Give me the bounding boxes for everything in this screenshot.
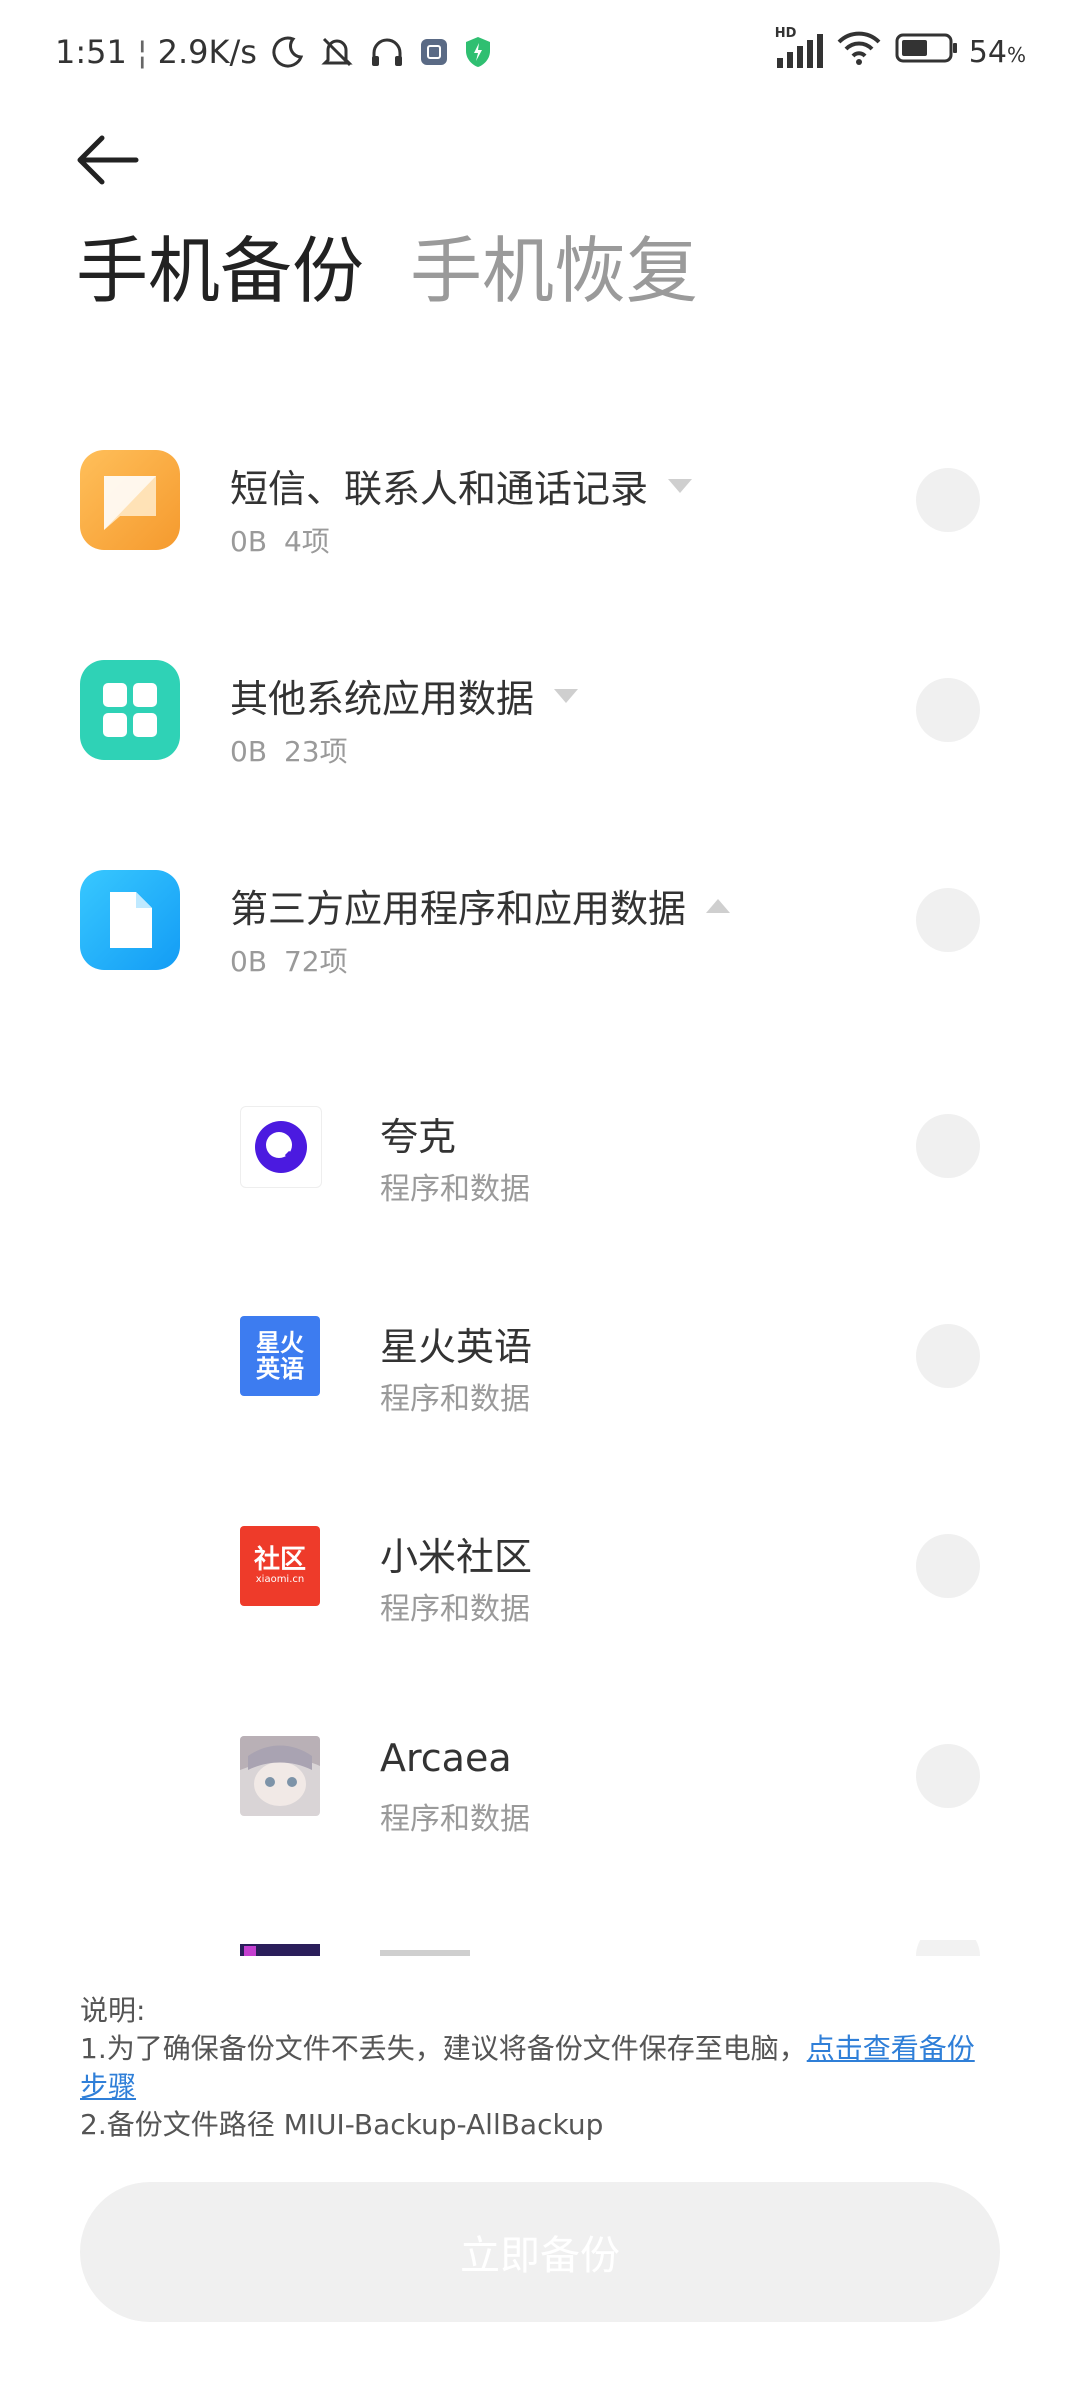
select-checkbox[interactable] [916, 1744, 980, 1808]
notes-line-1: 1.为了确保备份文件不丢失，建议将备份文件保存至电脑，点击查看备份步骤 [80, 2030, 1000, 2106]
status-bar: 1:51 ¦ 2.9K/s HD 54% [0, 0, 1080, 104]
partial-row-fragment [240, 1940, 980, 1956]
select-checkbox[interactable] [916, 1534, 980, 1598]
battery-value: 54 [968, 34, 1007, 70]
battery-percent: 54% [969, 35, 1026, 70]
grid-icon [80, 660, 180, 760]
app-name: 小米社区 [380, 1535, 533, 1579]
app-notification-icon [419, 37, 449, 67]
arcaea-icon [240, 1736, 320, 1816]
backup-notes: 说明: 1.为了确保备份文件不丢失，建议将备份文件保存至电脑，点击查看备份步骤 … [80, 1992, 1000, 2144]
notes-heading: 说明: [80, 1994, 146, 2027]
select-checkbox[interactable] [916, 678, 980, 742]
status-right: HD 54% [761, 26, 1026, 78]
quark-icon [240, 1106, 322, 1188]
message-icon [80, 450, 180, 550]
app-row-mi-community[interactable]: 社区 xiaomi.cn 小米社区 程序和数据 [0, 1486, 1080, 1646]
wifi-icon [837, 31, 881, 73]
status-speed: 2.9K/s [157, 33, 257, 71]
category-meta: 0B 72项 [230, 940, 348, 980]
category-row-messages[interactable]: 短信、联系人和通话记录 0B 4项 [0, 420, 1080, 580]
app-row-partial[interactable] [0, 1940, 1080, 1956]
notes-line-2: 2.备份文件路径 MIUI-Backup-AllBackup [80, 2108, 604, 2141]
category-title-text: 其他系统应用数据 [230, 677, 535, 721]
category-title-text: 短信、联系人和通话记录 [230, 467, 649, 511]
backup-now-button[interactable]: 立即备份 [80, 2182, 1000, 2322]
app-desc: 程序和数据 [380, 1802, 530, 1837]
status-time: 1:51 [55, 33, 127, 71]
network-label: HD [774, 26, 797, 41]
select-checkbox[interactable] [916, 888, 980, 952]
app-desc: 程序和数据 [380, 1592, 530, 1627]
category-count: 23项 [283, 735, 348, 768]
battery-unit: % [1006, 42, 1026, 67]
caret-down-icon[interactable] [554, 688, 579, 703]
category-count: 72项 [283, 945, 348, 978]
caret-up-icon[interactable] [706, 898, 731, 913]
caret-down-icon[interactable] [668, 478, 693, 493]
select-checkbox[interactable] [916, 1114, 980, 1178]
moon-icon [271, 35, 305, 69]
xinghuo-icon: 星火 英语 [240, 1316, 320, 1396]
category-title: 第三方应用程序和应用数据 [230, 878, 731, 933]
category-size: 0B [230, 735, 268, 768]
tab-restore[interactable]: 手机恢复 [410, 235, 698, 307]
notes-line-1-text: 1.为了确保备份文件不丢失，建议将备份文件保存至电脑， [80, 2032, 807, 2065]
bell-off-icon [319, 34, 355, 70]
category-title-text: 第三方应用程序和应用数据 [230, 887, 687, 931]
file-icon [80, 870, 180, 970]
category-row-system-apps[interactable]: 其他系统应用数据 0B 23项 [0, 630, 1080, 790]
select-checkbox[interactable] [916, 1324, 980, 1388]
community-icon-text: 社区 [253, 1545, 306, 1575]
app-row-quark[interactable]: 夸克 程序和数据 [0, 1066, 1080, 1226]
battery-icon [895, 32, 959, 72]
tab-bar: 手机备份 手机恢复 [76, 235, 744, 307]
security-shield-icon [463, 35, 493, 69]
app-row-arcaea[interactable]: Arcaea 程序和数据 [0, 1696, 1080, 1856]
category-size: 0B [230, 945, 268, 978]
back-button[interactable] [72, 130, 142, 190]
category-meta: 0B 23项 [230, 730, 348, 770]
app-row-xinghuo[interactable]: 星火 英语 星火英语 程序和数据 [0, 1276, 1080, 1436]
app-name: 夸克 [380, 1115, 457, 1159]
signal-icon: HD [775, 26, 823, 70]
arrow-left-icon [77, 135, 139, 185]
category-size: 0B [230, 525, 268, 558]
tab-backup[interactable]: 手机备份 [76, 235, 364, 307]
backup-now-label: 立即备份 [460, 2233, 620, 2279]
select-checkbox[interactable] [916, 468, 980, 532]
app-name: Arcaea [380, 1736, 512, 1780]
category-count: 4项 [283, 525, 330, 558]
status-separator: ¦ [136, 33, 148, 71]
status-left: 1:51 ¦ 2.9K/s [55, 26, 493, 78]
app-desc: 程序和数据 [380, 1382, 530, 1417]
xinghuo-icon-text: 星火 英语 [256, 1329, 304, 1383]
category-meta: 0B 4项 [230, 520, 330, 560]
category-title: 短信、联系人和通话记录 [230, 458, 693, 513]
app-desc: 程序和数据 [380, 1172, 530, 1207]
headphones-icon [369, 34, 405, 70]
category-title: 其他系统应用数据 [230, 668, 579, 723]
category-row-third-party[interactable]: 第三方应用程序和应用数据 0B 72项 [0, 840, 1080, 1000]
community-icon: 社区 xiaomi.cn [240, 1526, 320, 1606]
app-name: 星火英语 [380, 1325, 533, 1369]
community-icon-subtext: xiaomi.cn [255, 1574, 305, 1585]
